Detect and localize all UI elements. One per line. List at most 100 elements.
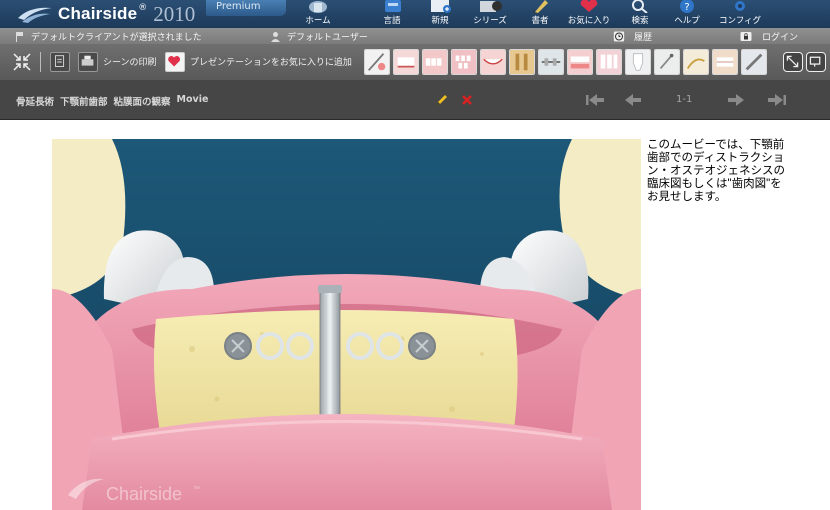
nav-home[interactable]: ホーム <box>290 0 346 28</box>
scene-thumbnail[interactable] <box>712 49 738 75</box>
breadcrumb-bar: 骨延長術 下顎前歯部 粘膜面の観察 Movie 1-1 <box>0 80 830 120</box>
scene-thumbnail[interactable] <box>567 49 593 75</box>
watermark-text: Chairside <box>106 484 182 504</box>
edit-pencil-icon[interactable] <box>435 93 449 107</box>
app-logo: Chairside ® 2010 <box>16 0 195 28</box>
nav-config[interactable]: コンフィグ <box>712 0 768 28</box>
scene-thumbnail[interactable] <box>393 49 419 75</box>
print-scene-label[interactable]: シーンの印刷 <box>103 55 157 68</box>
scene-thumbnail[interactable] <box>422 49 448 75</box>
user-icon <box>271 32 280 42</box>
content-area: Chairside ™ このムービーでは、下顎前歯部でのディストラクション・オス… <box>0 121 830 510</box>
distraction-osteogenesis-3d-image: Chairside ™ <box>52 139 641 510</box>
app-header: Chairside ® 2010 Premium ホーム 言語 新規 シリーズ … <box>0 0 830 28</box>
movie-player[interactable]: Chairside ™ <box>52 139 641 510</box>
scene-thumbnail[interactable] <box>480 49 506 75</box>
breadcrumb-item[interactable]: 下顎前歯部 <box>60 94 108 108</box>
new-icon <box>431 0 451 13</box>
scene-thumbnail[interactable] <box>683 49 709 75</box>
app-trademark: ® <box>138 3 148 13</box>
app-name: Chairside <box>58 4 138 23</box>
thumbnail-implant-image <box>510 50 534 74</box>
search-icon <box>632 0 648 13</box>
last-page-icon[interactable] <box>766 92 788 108</box>
favorites-icon <box>580 0 598 12</box>
nav-new-label: 新規 <box>431 16 449 26</box>
breadcrumb-item[interactable]: Movie <box>177 94 209 108</box>
user-status[interactable]: デフォルトユーザー <box>270 30 368 43</box>
thumbnail-gum-image <box>394 50 418 74</box>
add-favorite-label[interactable]: プレゼンテーションをお気に入りに追加 <box>190 55 352 68</box>
scene-thumbnail[interactable] <box>741 49 767 75</box>
lock-icon <box>740 32 752 41</box>
document-icon <box>55 55 65 67</box>
home-icon <box>309 1 327 13</box>
flag-icon <box>16 32 23 42</box>
client-status[interactable]: デフォルトクライアントが選択されました <box>14 30 202 43</box>
user-status-text: デフォルトユーザー <box>287 33 368 43</box>
thumbnail-teeth-image <box>713 50 737 74</box>
scene-thumbnail[interactable] <box>364 49 390 75</box>
history-button[interactable]: 履歴 <box>610 30 652 43</box>
thumbnail-instrument-image <box>655 50 679 74</box>
fullscreen-toggle-button[interactable] <box>12 52 32 72</box>
scene-thumbnail[interactable] <box>451 49 477 75</box>
nav-favorites[interactable]: お気に入り <box>561 0 617 28</box>
thumbnail-instrument-image <box>365 50 389 74</box>
print-scene-button[interactable] <box>78 52 98 72</box>
thumbnail-pin-image <box>684 50 708 74</box>
thumbnail-teeth-image <box>452 50 476 74</box>
clock-icon <box>613 31 625 42</box>
nav-author-label: 書者 <box>531 16 549 26</box>
thumbnail-tool-image <box>742 50 766 74</box>
thumbnail-tooth-image <box>626 50 650 74</box>
scene-thumbnail[interactable] <box>654 49 680 75</box>
nav-series-label: シリーズ <box>473 16 507 26</box>
expand-window-button[interactable] <box>783 52 803 72</box>
previous-page-icon[interactable] <box>622 92 644 108</box>
breadcrumb-item[interactable]: 粘膜面の観察 <box>114 94 171 108</box>
delete-x-icon[interactable] <box>461 94 473 106</box>
thumbnail-smile-image <box>481 50 505 74</box>
breadcrumb-item[interactable]: 骨延長術 <box>16 94 54 108</box>
series-icon <box>480 1 502 12</box>
thumbnail-teeth-image <box>423 50 447 74</box>
scene-thumbnail[interactable] <box>538 49 564 75</box>
nav-home-label: ホーム <box>305 16 331 26</box>
scene-thumbnail[interactable] <box>509 49 535 75</box>
app-version-year: 2010 <box>153 1 196 26</box>
printer-icon <box>81 55 94 66</box>
history-label: 履歴 <box>634 33 653 43</box>
svg-text:?: ? <box>684 2 689 13</box>
collapse-arrows-icon <box>13 53 31 71</box>
config-icon <box>735 1 745 11</box>
breadcrumb: 骨延長術 下顎前歯部 粘膜面の観察 Movie <box>16 94 208 108</box>
scene-thumbnail[interactable] <box>596 49 622 75</box>
nav-search-label: 検索 <box>631 16 649 26</box>
add-favorite-button[interactable] <box>165 52 185 72</box>
scene-toolbar: シーンの印刷 プレゼンテーションをお気に入りに追加 <box>0 44 830 80</box>
scene-info-button[interactable] <box>50 52 70 72</box>
scene-thumbnail[interactable] <box>625 49 651 75</box>
nav-language-label: 言語 <box>383 16 401 26</box>
edition-label: Premium <box>216 1 261 12</box>
language-icon <box>385 0 401 12</box>
thumbnail-teeth-image <box>597 50 621 74</box>
nav-help[interactable]: ? ヘルプ <box>659 0 715 28</box>
login-button[interactable]: ログイン <box>736 30 798 43</box>
thumbnail-gum-image <box>568 50 592 74</box>
presentation-mode-button[interactable] <box>806 52 826 72</box>
login-label: ログイン <box>762 33 799 43</box>
help-icon: ? <box>680 0 694 13</box>
heart-icon <box>168 56 181 67</box>
client-status-text: デフォルトクライアントが選択されました <box>31 33 202 43</box>
nav-help-label: ヘルプ <box>674 16 700 26</box>
logo-swoosh-icon <box>18 7 52 23</box>
nav-author[interactable]: 書者 <box>512 0 568 28</box>
next-page-icon[interactable] <box>725 92 747 108</box>
nav-series[interactable]: シリーズ <box>462 0 518 28</box>
first-page-icon[interactable] <box>584 92 606 108</box>
nav-new[interactable]: 新規 <box>412 0 468 28</box>
presentation-icon <box>809 56 821 67</box>
thumbnail-bracket-image <box>539 50 563 74</box>
